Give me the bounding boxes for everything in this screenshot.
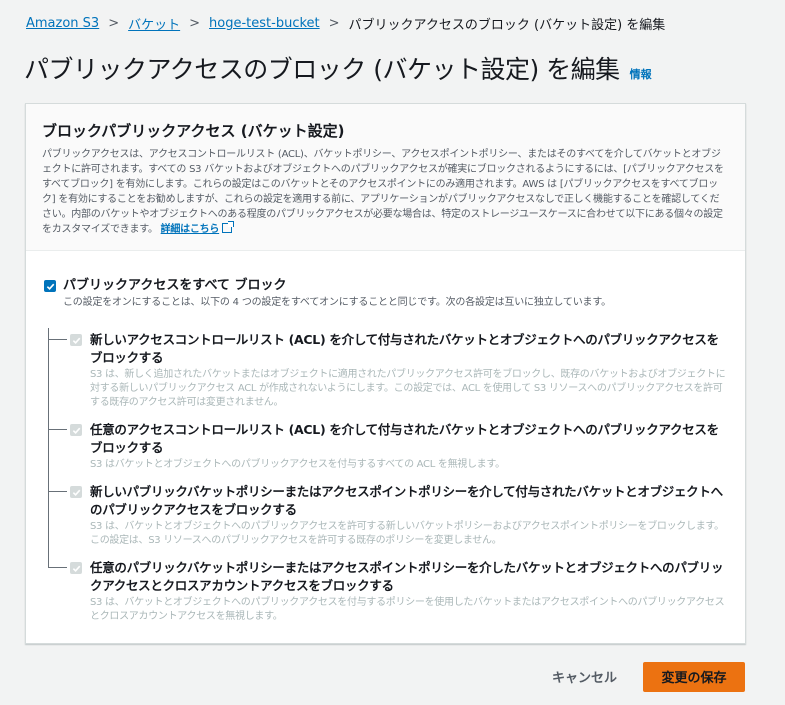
option-label: 任意のアクセスコントロールリスト (ACL) を介して付与されたバケットとオブジ…: [90, 422, 719, 455]
tree-branch: [48, 339, 67, 340]
checkmark-icon: [72, 427, 80, 434]
breadcrumb-current: パブリックアクセスのブロック (バケット設定) を編集: [348, 18, 666, 33]
tree-branch: [48, 567, 67, 568]
checkmark-icon: [72, 337, 80, 344]
panel-description: パブリックアクセスは、アクセスコントロールリスト (ACL)、バケットポリシー、…: [42, 147, 727, 237]
form-actions: キャンセル 変更の保存: [526, 661, 745, 692]
chevron-right-icon: >: [108, 16, 120, 31]
checkmark-icon: [46, 283, 54, 290]
chevron-right-icon: >: [328, 16, 340, 31]
block-all-checkbox[interactable]: [44, 280, 56, 292]
cancel-button[interactable]: キャンセル: [526, 661, 643, 692]
option-description: S3 は、新しく追加されたバケットまたはオブジェクトに適用されたパブリックアクセ…: [90, 369, 726, 408]
block-all-option: パブリックアクセスをすべて ブロック この設定をオンにすることは、以下の 4 つ…: [44, 277, 727, 310]
option-new-acl: 新しいアクセスコントロールリスト (ACL) を介して付与されたバケットとオブジ…: [48, 331, 728, 410]
option-any-acl: 任意のアクセスコントロールリスト (ACL) を介して付与されたバケットとオブジ…: [48, 421, 728, 472]
save-changes-button[interactable]: 変更の保存: [643, 661, 745, 692]
info-link[interactable]: 情報: [630, 66, 652, 82]
option-label: 新しいパブリックバケットポリシーまたはアクセスポイントポリシーを介して付与された…: [90, 484, 723, 517]
option-description: S3 はバケットとオブジェクトへのパブリックアクセスを付与するすべての ACL …: [90, 459, 505, 470]
breadcrumb-item-bucket[interactable]: hoge-test-bucket: [209, 16, 320, 31]
learn-more-link[interactable]: 詳細はこちら: [161, 224, 220, 235]
block-all-description: この設定をオンにすることは、以下の 4 つの設定をすべてオンにすることと同じです…: [63, 297, 611, 308]
page-title: パブリックアクセスのブロック (バケット設定) を編集: [24, 55, 620, 84]
block-public-access-panel: ブロックパブリックアクセス (バケット設定) パブリックアクセスは、アクセスコン…: [25, 103, 746, 644]
option-label: 任意のパブリックバケットポリシーまたはアクセスポイントポリシーを介したバケットと…: [90, 560, 724, 593]
panel-title: ブロックパブリックアクセス (バケット設定): [42, 122, 345, 140]
option-any-policy: 任意のパブリックバケットポリシーまたはアクセスポイントポリシーを介したバケットと…: [48, 559, 728, 624]
any-acl-checkbox[interactable]: [70, 424, 82, 436]
chevron-right-icon: >: [189, 16, 201, 31]
any-policy-checkbox[interactable]: [70, 562, 82, 574]
new-acl-checkbox[interactable]: [70, 334, 82, 346]
breadcrumb-item-s3[interactable]: Amazon S3: [26, 16, 99, 31]
panel-body: パブリックアクセスをすべて ブロック この設定をオンにすることは、以下の 4 つ…: [26, 251, 745, 622]
block-all-label: パブリックアクセスをすべて ブロック: [63, 278, 287, 293]
page-header: パブリックアクセスのブロック (バケット設定) を編集 情報: [24, 50, 652, 86]
breadcrumb: Amazon S3 > バケット > hoge-test-bucket > パブ…: [26, 14, 665, 33]
new-policy-checkbox[interactable]: [70, 486, 82, 498]
option-description: S3 は、バケットとオブジェクトへのパブリックアクセスを許可する新しいバケットポ…: [90, 521, 724, 546]
panel-header: ブロックパブリックアクセス (バケット設定) パブリックアクセスは、アクセスコン…: [26, 104, 745, 251]
checkmark-icon: [72, 489, 80, 496]
tree-branch: [48, 491, 67, 492]
external-link-icon: [222, 221, 235, 233]
panel-description-text: パブリックアクセスは、アクセスコントロールリスト (ACL)、バケットポリシー、…: [42, 149, 724, 235]
breadcrumb-item-buckets[interactable]: バケット: [128, 14, 180, 33]
checkmark-icon: [72, 565, 80, 572]
option-label: 新しいアクセスコントロールリスト (ACL) を介して付与されたバケットとオブジ…: [90, 332, 719, 365]
option-description: S3 は、バケットとオブジェクトへのパブリックアクセスを付与するポリシーを使用し…: [90, 597, 725, 622]
tree-branch: [48, 429, 67, 430]
option-new-policy: 新しいパブリックバケットポリシーまたはアクセスポイントポリシーを介して付与された…: [48, 483, 728, 548]
